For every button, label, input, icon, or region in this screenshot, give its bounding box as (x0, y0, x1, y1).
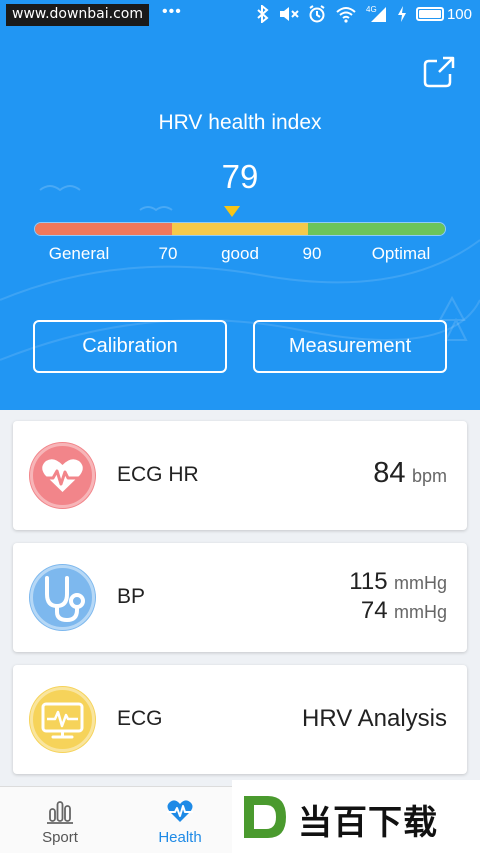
hrv-header: www.downbai.com ••• 4G 100 HRV health in… (0, 0, 480, 410)
scale-segment-good (171, 223, 309, 235)
nav-label-sport: Sport (42, 829, 78, 846)
scale-label-70: 70 (158, 244, 178, 263)
share-icon[interactable] (421, 54, 457, 90)
hrv-value: 79 (221, 158, 259, 195)
ecg-card[interactable]: ECG HRV Analysis (13, 665, 467, 774)
battery-level: 100 (446, 5, 472, 23)
notification-dots: ••• (162, 3, 182, 20)
nav-item-health[interactable]: Health (120, 787, 240, 853)
ecg-hr-value: 84 (373, 457, 406, 489)
hrv-pointer-marker (223, 206, 240, 217)
nav-item-sport[interactable]: Sport (0, 787, 120, 853)
stethoscope-icon (29, 564, 96, 631)
alarm-icon (309, 5, 325, 23)
hrv-scale-bar (34, 222, 446, 236)
scale-label-general: General (48, 244, 110, 263)
bp-systolic-reading: 115 mmHg (349, 568, 447, 596)
scale-segment-optimal (308, 223, 445, 235)
bp-systolic-unit: mmHg (394, 573, 447, 593)
ecg-hr-unit: bpm (411, 466, 447, 486)
charging-icon (397, 6, 406, 22)
wifi-icon (336, 7, 356, 23)
site-watermark: www.downbai.com (6, 4, 149, 26)
svg-text:4G: 4G (366, 5, 377, 14)
bp-diastolic-unit: mmHg (394, 602, 447, 622)
bp-title: BP (117, 585, 146, 608)
hrv-analysis-label: HRV Analysis (302, 705, 447, 732)
ecg-hr-card[interactable]: ECG HR 84 bpm (13, 421, 467, 530)
bluetooth-icon (257, 5, 269, 23)
status-icons: 4G 100 (256, 5, 472, 23)
scale-segment-general (35, 223, 172, 235)
hrv-title: HRV health index (158, 111, 322, 134)
heart-rate-icon (29, 442, 96, 509)
battery-icon (415, 7, 444, 21)
scale-label-90: 90 (302, 244, 322, 263)
bp-card[interactable]: BP 115 mmHg 74 mmHg (13, 543, 467, 652)
mute-icon (279, 7, 299, 21)
ecg-hr-title: ECG HR (117, 463, 199, 486)
bp-systolic-value: 115 (349, 568, 388, 595)
cellular-signal-icon: 4G (366, 5, 386, 22)
heartbeat-icon (167, 800, 193, 822)
bar-chart-icon (47, 801, 73, 824)
calibration-button[interactable]: Calibration (33, 320, 227, 373)
bp-diastolic-reading: 74 mmHg (361, 597, 447, 625)
scale-label-good: good (221, 244, 259, 263)
bp-diastolic-value: 74 (360, 597, 388, 624)
downbai-logo-text: 当百下载 (298, 803, 438, 843)
downbai-logo-mark (244, 796, 286, 838)
scale-label-optimal: Optimal (371, 244, 431, 263)
ecg-monitor-icon (29, 686, 96, 753)
battery-indicator: 100 (415, 5, 472, 23)
ecg-title: ECG (117, 707, 163, 730)
nav-label-health: Health (158, 829, 202, 846)
status-bar: www.downbai.com ••• 4G 100 (0, 0, 480, 30)
downbai-logo-watermark: 当百下载 (232, 780, 480, 853)
measurement-button[interactable]: Measurement (253, 320, 447, 373)
ecg-hr-reading: 84 bpm (373, 457, 447, 490)
